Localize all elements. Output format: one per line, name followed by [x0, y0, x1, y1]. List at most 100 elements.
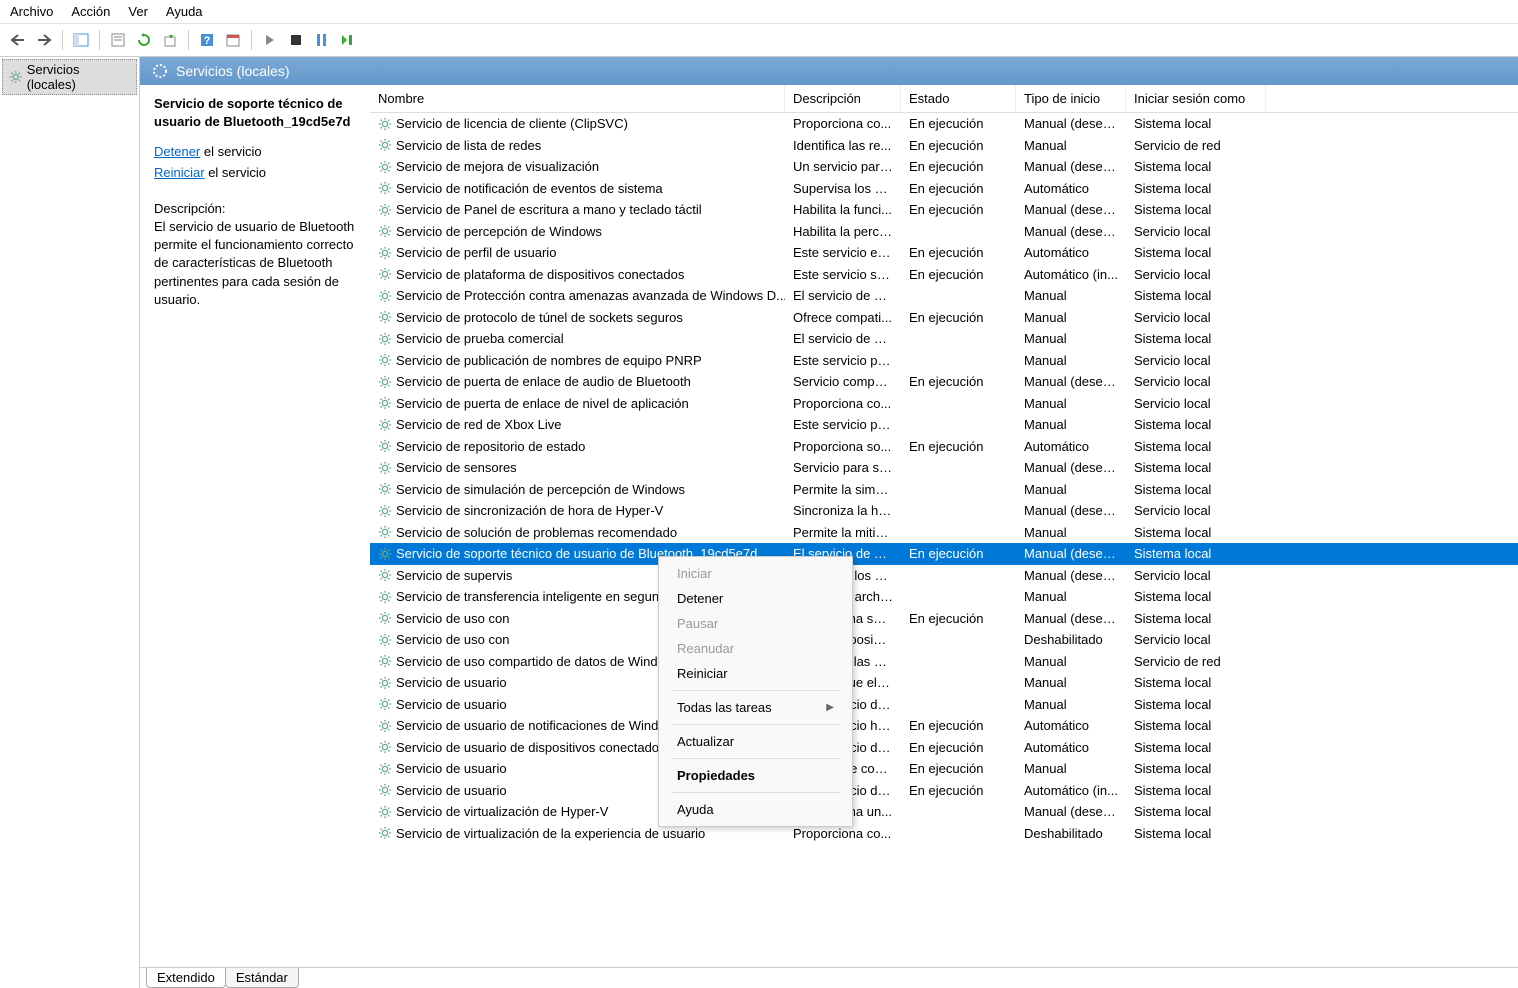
start-service-button[interactable] [258, 28, 282, 52]
context-menu-item[interactable]: Reiniciar [659, 661, 852, 686]
service-row[interactable]: Servicio de licencia de cliente (ClipSVC… [370, 113, 1518, 135]
forward-button[interactable] [32, 28, 56, 52]
properties-button[interactable] [106, 28, 130, 52]
service-description: Permite la simul... [785, 481, 901, 498]
service-row[interactable]: Servicio de red de Xbox LiveEste servici… [370, 414, 1518, 436]
service-row[interactable]: Servicio de usuarioEste servicio de ...M… [370, 694, 1518, 716]
tree-item-label: Servicios (locales) [27, 62, 130, 92]
back-button[interactable] [6, 28, 30, 52]
service-startup: Manual [1016, 653, 1126, 670]
service-row[interactable]: Servicio de virtualización de la experie… [370, 823, 1518, 845]
view-tabs: Extendido Estándar [140, 967, 1518, 988]
context-menu-separator [671, 690, 840, 691]
service-row[interactable]: Servicio de Panel de escritura a mano y … [370, 199, 1518, 221]
service-row[interactable]: Servicio de usuario de notificaciones de… [370, 715, 1518, 737]
tab-extended[interactable]: Extendido [146, 968, 226, 988]
context-menu-separator [671, 792, 840, 793]
service-startup: Deshabilitado [1016, 631, 1126, 648]
service-name: Servicio de virtualización de la experie… [396, 826, 705, 841]
service-row[interactable]: Servicio de soporte técnico de usuario d… [370, 543, 1518, 565]
column-description[interactable]: Descripción [785, 85, 901, 112]
export-button[interactable] [158, 28, 182, 52]
service-icon [378, 138, 392, 152]
service-row[interactable]: Servicio de sincronización de hora de Hy… [370, 500, 1518, 522]
tab-standard[interactable]: Estándar [225, 968, 299, 988]
service-row[interactable]: Servicio de uso compartido de datos de W… [370, 651, 1518, 673]
service-startup: Automático [1016, 438, 1126, 455]
service-row[interactable]: Servicio de simulación de percepción de … [370, 479, 1518, 501]
service-row[interactable]: Servicio de sensoresServicio para se...M… [370, 457, 1518, 479]
service-row[interactable]: Servicio de percepción de WindowsHabilit… [370, 221, 1518, 243]
service-icon [378, 826, 392, 840]
service-logon: Sistema local [1126, 760, 1266, 777]
service-logon: Sistema local [1126, 825, 1266, 842]
column-startup[interactable]: Tipo de inicio [1016, 85, 1126, 112]
service-logon: Servicio de red [1126, 137, 1266, 154]
service-logon: Servicio local [1126, 373, 1266, 390]
service-state: En ejecución [901, 739, 1016, 756]
service-row[interactable]: Servicio de perfil de usuarioEste servic… [370, 242, 1518, 264]
service-row[interactable]: Servicio de Protección contra amenazas a… [370, 285, 1518, 307]
service-row[interactable]: Servicio de puerta de enlace de audio de… [370, 371, 1518, 393]
service-row[interactable]: Servicio de usuario de dispositivos cone… [370, 737, 1518, 759]
refresh-button[interactable] [132, 28, 156, 52]
service-row[interactable]: Servicio de usuarioPermite que el s...Ma… [370, 672, 1518, 694]
restart-service-button[interactable] [336, 28, 360, 52]
pause-service-button[interactable] [310, 28, 334, 52]
service-row[interactable]: Servicio de protocolo de túnel de socket… [370, 307, 1518, 329]
service-row[interactable]: Servicio de notificación de eventos de s… [370, 178, 1518, 200]
content-header-title: Servicios (locales) [176, 63, 290, 79]
service-row[interactable]: Servicio de lista de redesIdentifica las… [370, 135, 1518, 157]
content-pane: Servicios (locales) Servicio de soporte … [140, 57, 1518, 988]
show-hide-tree-button[interactable] [69, 28, 93, 52]
service-startup: Manual [1016, 760, 1126, 777]
service-row[interactable]: Servicio de solución de problemas recome… [370, 522, 1518, 544]
service-row[interactable]: Servicio de publicación de nombres de eq… [370, 350, 1518, 372]
service-row[interactable]: Servicio de uso conOfrece la posibil...D… [370, 629, 1518, 651]
service-startup: Manual (desen... [1016, 803, 1126, 820]
context-menu-item[interactable]: Ayuda [659, 797, 852, 822]
service-description: Proporciona co... [785, 395, 901, 412]
stop-link[interactable]: Detener [154, 144, 200, 159]
service-icon [378, 117, 392, 131]
restart-link[interactable]: Reiniciar [154, 165, 205, 180]
context-menu-item[interactable]: Todas las tareas▶ [659, 695, 852, 720]
service-name: Servicio de publicación de nombres de eq… [396, 353, 702, 368]
column-name[interactable]: Nombre [370, 85, 785, 112]
service-state [901, 574, 1016, 576]
service-row[interactable]: Servicio de uso conProporciona ser...En … [370, 608, 1518, 630]
service-state: En ejecución [901, 760, 1016, 777]
context-menu-item[interactable]: Detener [659, 586, 852, 611]
service-icon [378, 375, 392, 389]
service-row[interactable]: Servicio de usuarioServicio de com...En … [370, 758, 1518, 780]
help-button[interactable]: ? [195, 28, 219, 52]
service-name: Servicio de perfil de usuario [396, 245, 556, 260]
column-state[interactable]: Estado [901, 85, 1016, 112]
service-row[interactable]: Servicio de transferencia inteligente en… [370, 586, 1518, 608]
service-row[interactable]: Servicio de usuarioEste servicio de ...E… [370, 780, 1518, 802]
service-icon [378, 482, 392, 496]
tree-item-services[interactable]: Servicios (locales) [2, 59, 137, 95]
service-row[interactable]: Servicio de plataforma de dispositivos c… [370, 264, 1518, 286]
menu-archivo[interactable]: Archivo [10, 4, 53, 19]
menu-accion[interactable]: Acción [71, 4, 110, 19]
service-name: Servicio de notificación de eventos de s… [396, 181, 663, 196]
service-row[interactable]: Servicio de virtualización de Hyper-VPro… [370, 801, 1518, 823]
service-row[interactable]: Servicio de prueba comercialEl servicio … [370, 328, 1518, 350]
stop-service-button[interactable] [284, 28, 308, 52]
service-logon: Sistema local [1126, 803, 1266, 820]
service-row[interactable]: Servicio de repositorio de estadoProporc… [370, 436, 1518, 458]
service-logon: Sistema local [1126, 524, 1266, 541]
service-state [901, 832, 1016, 834]
service-logon: Servicio local [1126, 395, 1266, 412]
service-state: En ejecución [901, 373, 1016, 390]
column-logon[interactable]: Iniciar sesión como [1126, 85, 1266, 112]
service-row[interactable]: Servicio de supervisSupervisa los di...M… [370, 565, 1518, 587]
calendar-button[interactable] [221, 28, 245, 52]
service-row[interactable]: Servicio de puerta de enlace de nivel de… [370, 393, 1518, 415]
context-menu-item[interactable]: Propiedades [659, 763, 852, 788]
menu-ver[interactable]: Ver [128, 4, 148, 19]
service-row[interactable]: Servicio de mejora de visualizaciónUn se… [370, 156, 1518, 178]
context-menu-item[interactable]: Actualizar [659, 729, 852, 754]
menu-ayuda[interactable]: Ayuda [166, 4, 203, 19]
